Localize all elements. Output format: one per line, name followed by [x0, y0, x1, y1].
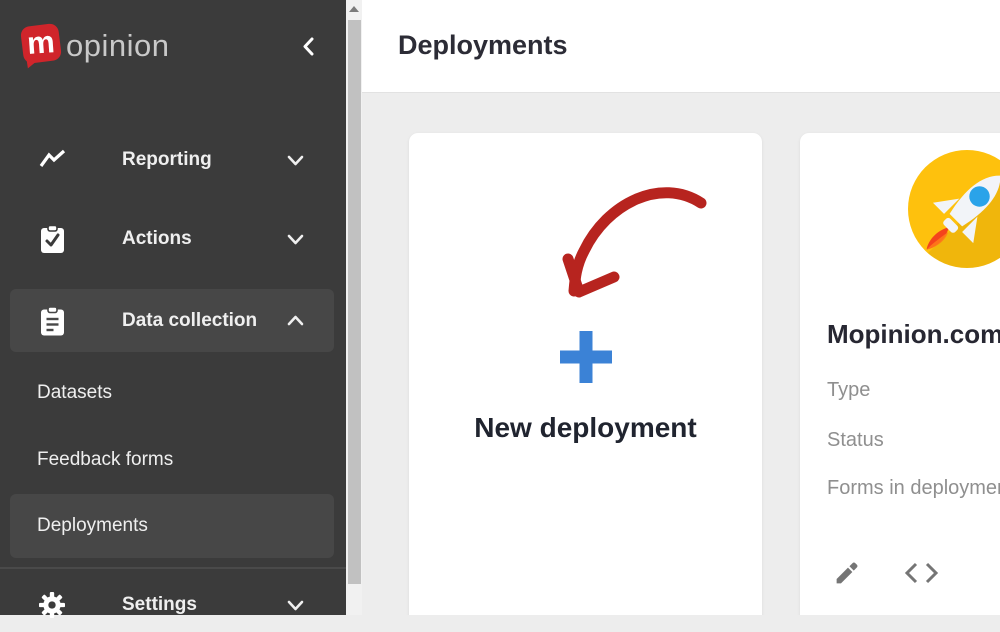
sidebar-item-label: Datasets [37, 382, 112, 404]
edit-deployment-button[interactable] [833, 557, 862, 588]
sidebar-divider [0, 567, 346, 569]
vertical-scrollbar[interactable] [346, 0, 362, 615]
mopinion-logo-icon: m [20, 23, 64, 69]
sidebar-item-settings[interactable]: Settings [0, 578, 346, 632]
sidebar-item-label: Deployments [37, 515, 148, 537]
main-header: Deployments [362, 0, 1000, 93]
chevron-left-icon [302, 37, 314, 56]
chevron-down-icon [287, 600, 304, 611]
sidebar-item-datasets[interactable]: Datasets [0, 373, 346, 413]
logo-row: m opinion [20, 20, 314, 72]
clipboard-check-icon [38, 225, 66, 254]
deployment-name: Mopinion.com [827, 319, 1000, 350]
embed-code-button[interactable] [904, 562, 939, 584]
sidebar-item-data-collection[interactable]: Data collection [10, 289, 334, 352]
page-title: Deployments [398, 30, 568, 61]
deployment-field-type: Type [827, 379, 870, 402]
new-deployment-card[interactable]: New deployment [409, 133, 762, 615]
clipboard-list-icon [38, 306, 66, 336]
deployment-card[interactable]: Mopinion.com Type Status Forms in deploy… [800, 133, 1000, 615]
deployment-actions [833, 557, 939, 588]
sidebar-item-label: Reporting [122, 149, 212, 171]
scroll-up-button[interactable] [346, 0, 362, 17]
chevron-down-icon [287, 155, 304, 166]
sidebar-item-feedback-forms[interactable]: Feedback forms [0, 440, 346, 480]
sidebar-item-label: Settings [122, 594, 197, 616]
sidebar-item-label: Feedback forms [37, 449, 173, 471]
content-area: New deployment [362, 93, 1000, 615]
scrollbar-thumb[interactable] [348, 20, 361, 584]
deployment-field-status: Status [827, 429, 884, 452]
sidebar-item-label: Actions [122, 228, 192, 250]
rocket-avatar [908, 150, 1000, 268]
plus-icon [559, 330, 613, 384]
sidebar-collapse-button[interactable] [302, 37, 314, 56]
new-deployment-label: New deployment [474, 412, 696, 444]
chevron-up-icon [287, 315, 304, 326]
sidebar-item-actions[interactable]: Actions [0, 212, 346, 266]
embed-code-icon [904, 562, 939, 584]
logo-letter: m [21, 22, 62, 65]
gear-icon [38, 592, 66, 618]
triangle-up-icon [349, 6, 359, 12]
deployment-cards: New deployment [409, 133, 1000, 615]
trend-line-icon [38, 149, 66, 171]
sidebar-item-label: Data collection [122, 310, 257, 332]
deployment-field-forms: Forms in deployment [827, 477, 1000, 500]
sidebar-item-reporting[interactable]: Reporting [0, 133, 346, 187]
logo-wordmark: opinion [66, 28, 169, 64]
chevron-down-icon [287, 234, 304, 245]
rocket-icon [908, 150, 1000, 268]
sidebar-item-deployments[interactable]: Deployments [10, 494, 334, 558]
sidebar: m opinion Reporting Actions [0, 0, 346, 615]
edit-pencil-icon [833, 557, 862, 588]
